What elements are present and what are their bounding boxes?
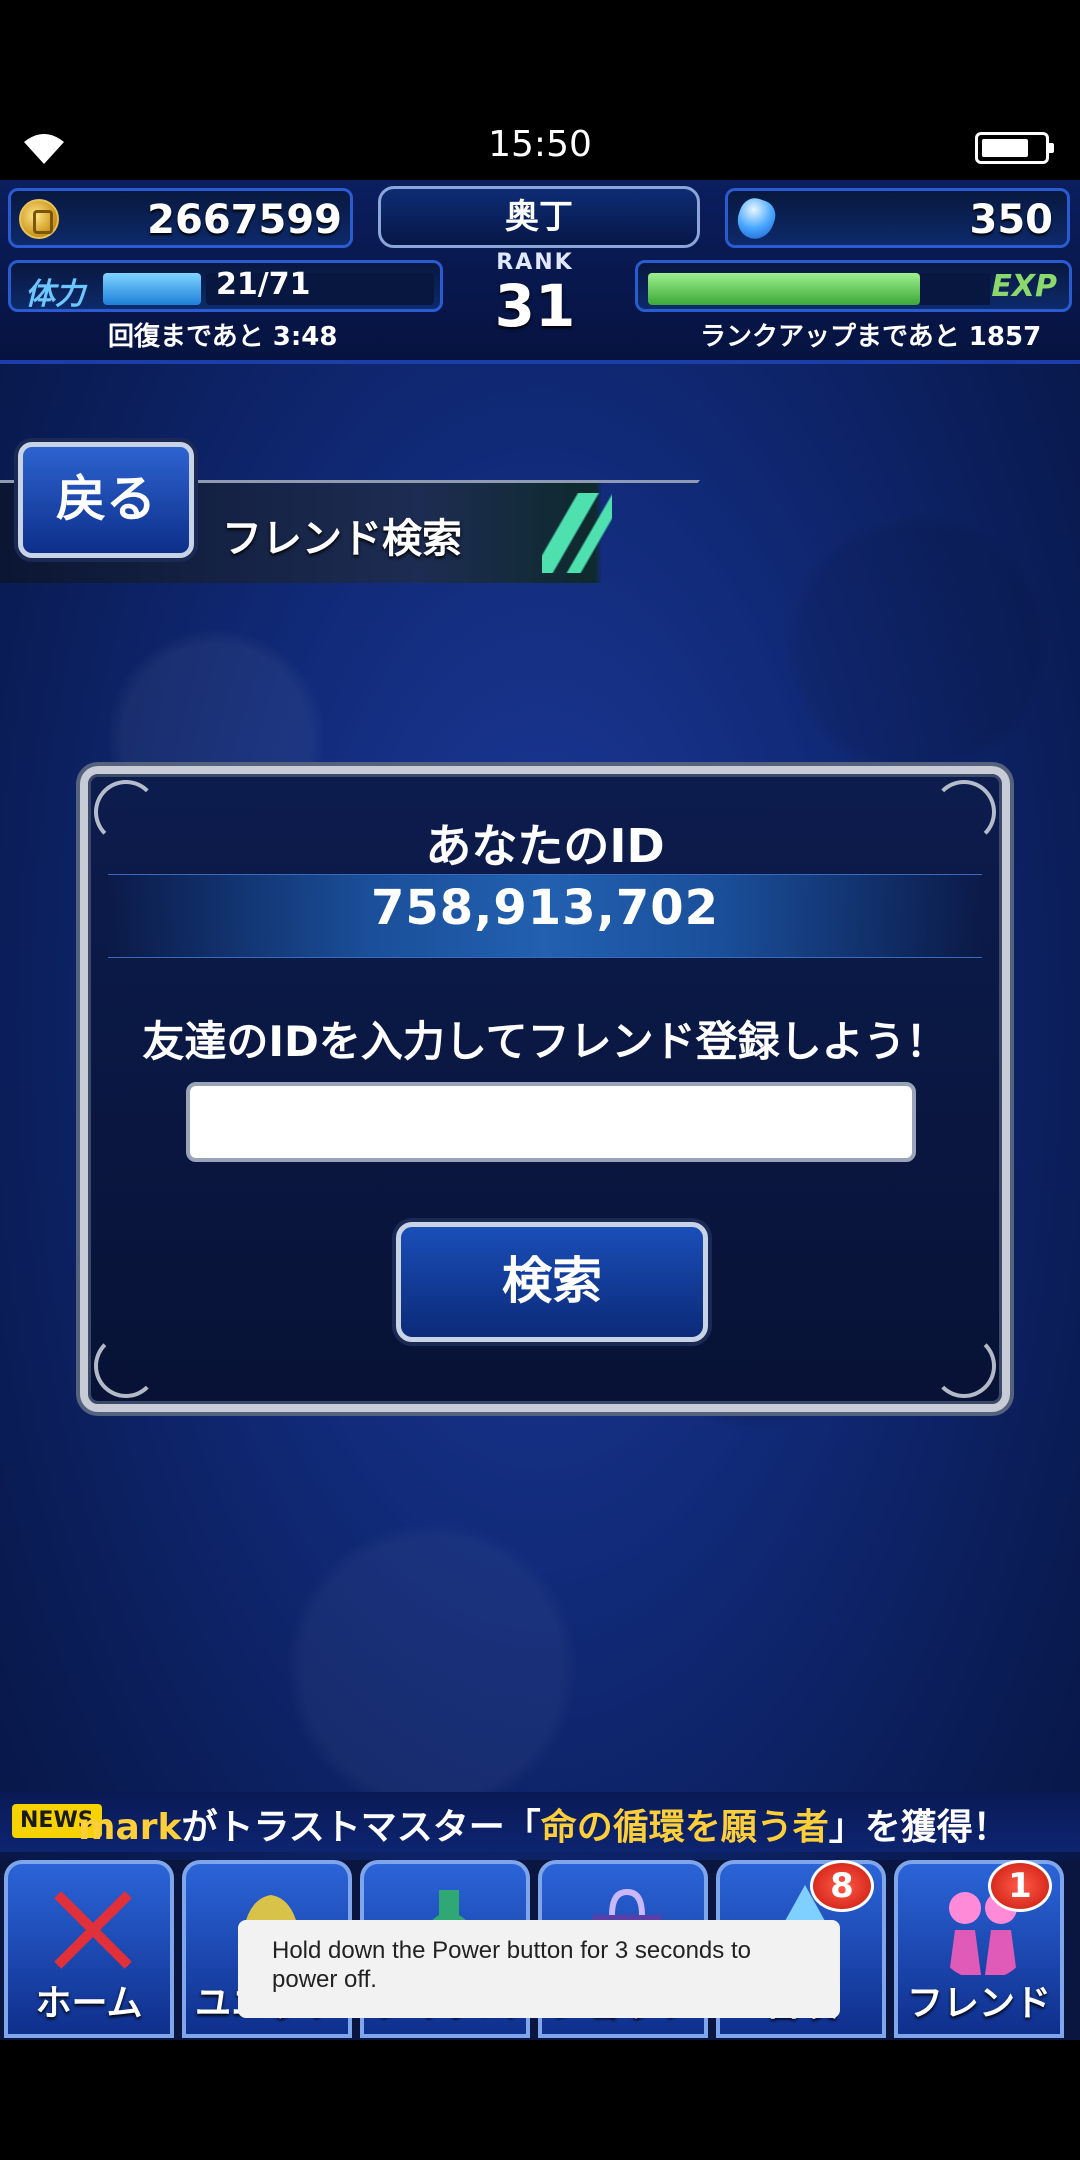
exp-bar (648, 273, 920, 305)
top-hud: 2667599 奥丁 350 体力 21/71 RANK 31 EXP 回復まで… (0, 180, 1080, 364)
status-bar: 15:50 (0, 0, 1080, 180)
friend-id-prompt: 友達のIDを入力してフレンド登録しよう！ (142, 1017, 948, 1066)
ornament-corner-icon (932, 1334, 996, 1398)
news-highlight: 命の循環を願う者 (540, 1807, 829, 1848)
stamina-panel: 体力 21/71 (8, 260, 443, 312)
page-title: フレンド検索 (222, 516, 462, 562)
nav-friend[interactable]: フレンド 1 (894, 1860, 1064, 2038)
gil-coin-icon (19, 199, 59, 239)
stamina-recover-timer: 回復まであと 3:48 (108, 322, 338, 352)
news-player: mark (78, 1807, 182, 1848)
stamina-value: 21/71 (216, 267, 311, 302)
search-button[interactable]: 検索 (396, 1222, 708, 1342)
your-id-label: あなたのID (425, 819, 665, 873)
notification-badge: 1 (988, 1860, 1052, 1912)
ornament-corner-icon (94, 1334, 158, 1398)
friend-id-input[interactable] (186, 1082, 916, 1162)
nav-label: フレンド (906, 1983, 1051, 2024)
gil-amount: 2667599 (147, 197, 342, 243)
friend-search-dialog: あなたのID 758,913,702 友達のIDを入力してフレンド登録しよう！ … (80, 766, 1010, 1412)
news-text: markがトラストマスター「命の循環を願う者」を獲得！ (78, 1798, 1009, 1850)
your-id-value: 758,913,702 (370, 880, 720, 936)
stamina-bar (103, 273, 201, 305)
lapis-gem-icon (732, 194, 780, 244)
player-name: 奥丁 (378, 186, 700, 248)
system-toast: Hold down the Power button for 3 seconds… (238, 1920, 840, 2018)
news-ticker[interactable]: NEWS markがトラストマスター「命の循環を願う者」を獲得！ (0, 1792, 1080, 1852)
rank-box: RANK 31 (455, 250, 615, 358)
gem-amount: 350 (969, 197, 1054, 243)
battery-icon (975, 132, 1054, 164)
bottom-bezel (0, 2040, 1080, 2160)
rank-value: 31 (494, 272, 576, 340)
exp-label: EXP (991, 269, 1057, 304)
exp-panel: EXP (635, 260, 1072, 312)
game-screen: 2667599 奥丁 350 体力 21/71 RANK 31 EXP 回復まで… (0, 180, 1080, 2040)
back-button[interactable]: 戻る (18, 442, 194, 558)
status-time: 15:50 (488, 124, 592, 165)
gem-panel[interactable]: 350 (725, 188, 1070, 248)
news-text-1: がトラストマスター「 (181, 1807, 541, 1848)
nav-home[interactable]: ホーム (4, 1860, 174, 2038)
rankup-remaining: ランクアップまであと 1857 (700, 322, 1042, 352)
crossed-swords-icon (48, 1885, 138, 1975)
notification-badge: 8 (810, 1860, 874, 1912)
exp-track (920, 273, 990, 305)
stamina-label: 体力 (25, 277, 85, 312)
gil-panel: 2667599 (8, 188, 353, 248)
nav-label: ホーム (35, 1983, 143, 2024)
news-text-2: 」を獲得！ (828, 1807, 1009, 1848)
